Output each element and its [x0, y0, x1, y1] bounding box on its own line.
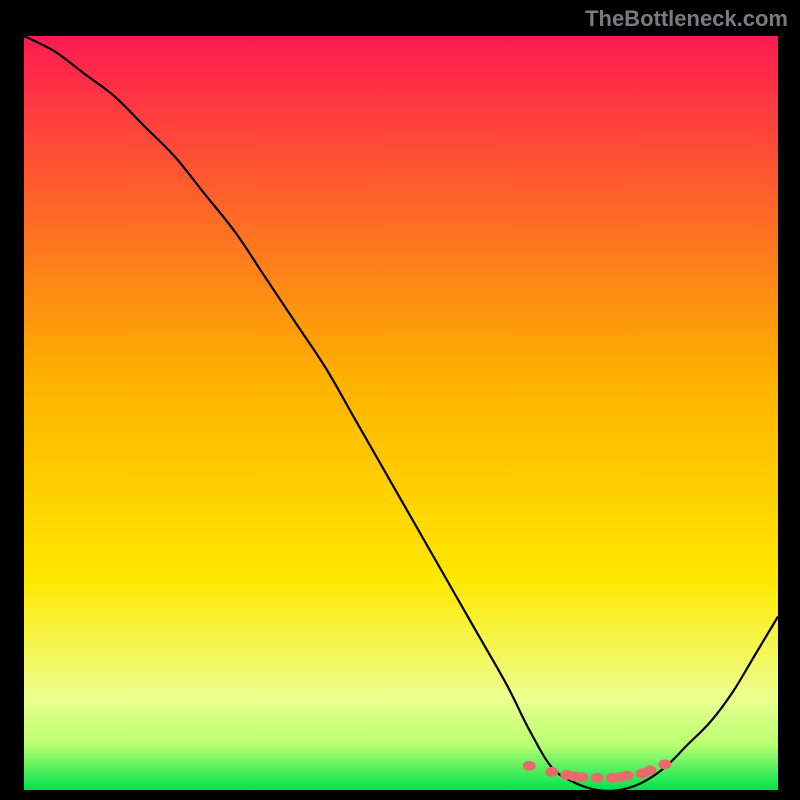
curve-marker [658, 759, 671, 769]
curve-marker [621, 771, 634, 781]
curve-marker [591, 773, 604, 783]
gradient-background [24, 36, 778, 790]
curve-marker [545, 767, 558, 777]
bottleneck-curve-chart [24, 36, 778, 790]
curve-marker [575, 772, 588, 782]
curve-marker [643, 765, 656, 775]
watermark-text: TheBottleneck.com [585, 6, 788, 32]
curve-marker [523, 761, 536, 771]
chart-frame [24, 36, 778, 790]
